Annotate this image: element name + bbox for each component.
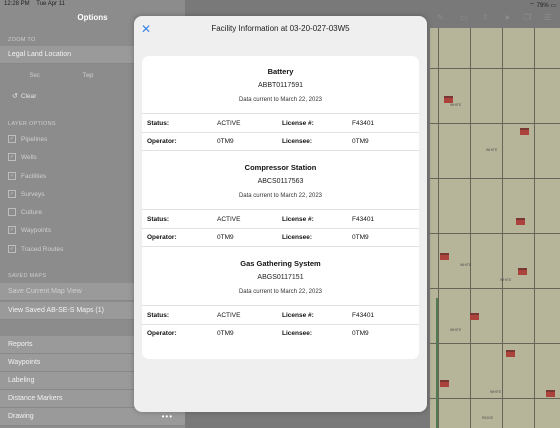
facility-id: ABBT0117591 <box>257 82 303 89</box>
checkbox-icon: ✓ <box>8 226 16 235</box>
license-label: License #: <box>282 312 314 319</box>
facility-name: Compressor Station <box>244 163 317 172</box>
status-label: Status: <box>147 312 170 319</box>
view-saved-maps-label: View Saved AB-SE-S Maps (1) <box>8 307 104 314</box>
clear-label: Clear <box>20 93 37 100</box>
facility-card: Battery ABBT0117591 Data current to Marc… <box>142 56 419 359</box>
license-label: License #: <box>282 216 314 223</box>
facility-data-date: Data current to March 22, 2023 <box>238 193 323 199</box>
layer-toggle-waypoints[interactable]: ✓ Waypoints <box>8 224 51 238</box>
checkbox-icon: ✓ <box>8 153 16 162</box>
divider <box>142 150 419 151</box>
divider <box>142 305 419 306</box>
licensee-value: 0TM9 <box>352 138 369 145</box>
divider <box>142 209 419 210</box>
legal-land-location-label: Legal Land Location <box>8 51 72 58</box>
segment-twp[interactable]: Twp <box>61 70 114 82</box>
facility-data-date: Data current to March 22, 2023 <box>238 97 323 103</box>
status-bar-right: ⌔ 79% ▭ <box>529 1 556 9</box>
facility-id: ABCS0117563 <box>257 178 304 185</box>
facility-name: Gas Gathering System <box>240 259 321 268</box>
license-label: License #: <box>282 120 314 127</box>
layer-toggle-traced-routes[interactable]: ✓ Traced Routes <box>8 243 63 257</box>
status-value: ACTIVE <box>217 216 241 223</box>
menu-label: Waypoints <box>8 359 41 366</box>
checkbox-icon: ✓ <box>8 172 16 181</box>
refresh-icon: ↺ <box>12 93 18 100</box>
operator-value: 0TM9 <box>217 234 234 241</box>
layer-toggle-pipelines[interactable]: ✓ Pipelines <box>8 133 47 147</box>
clear-button[interactable]: ↺ Clear <box>12 92 36 100</box>
zoom-to-label: ZOOM TO <box>8 37 36 43</box>
license-value: F43401 <box>352 216 375 223</box>
license-value: F43401 <box>352 120 375 127</box>
checkbox-icon: ✓ <box>8 190 16 199</box>
menu-label: Drawing <box>8 413 34 420</box>
segment-sec[interactable]: Sec <box>8 70 61 82</box>
license-value: F43401 <box>352 312 375 319</box>
wifi-icon: ⌔ <box>529 3 535 9</box>
layer-toggle-facilities[interactable]: ✓ Facilities <box>8 170 46 184</box>
layer-label: Facilities <box>21 173 47 180</box>
layer-label: Pipelines <box>21 136 48 143</box>
status-value: ACTIVE <box>217 120 241 127</box>
operator-label: Operator: <box>147 138 177 145</box>
divider <box>142 132 419 133</box>
licensee-label: Licensee: <box>282 138 312 145</box>
divider <box>142 246 419 247</box>
layer-options-label: LAYER OPTIONS <box>8 121 56 127</box>
licensee-value: 0TM9 <box>352 234 369 241</box>
facility-id: ABGS0117151 <box>257 274 304 281</box>
battery-level: 79% <box>536 3 549 9</box>
menu-label: Labeling <box>8 377 35 384</box>
divider <box>142 228 419 229</box>
facility-data-date: Data current to March 22, 2023 <box>238 289 323 295</box>
checkbox-icon: ✓ <box>8 245 16 254</box>
facility-info-modal: ✕ Facility Information at 03-20-027-03W5… <box>134 16 427 412</box>
status-bar-left: 12:28 PM Tue Apr 11 <box>4 1 70 7</box>
operator-value: 0TM9 <box>217 330 234 337</box>
modal-title: Facility Information at 03-20-027-03W5 <box>211 24 350 33</box>
status-label: Status: <box>147 120 170 127</box>
status-value: ACTIVE <box>217 312 241 319</box>
status-label: Status: <box>147 216 170 223</box>
status-time: 12:28 PM <box>4 1 30 7</box>
status-date: Tue Apr 11 <box>36 1 65 7</box>
layer-toggle-culture[interactable]: Culture <box>8 206 42 220</box>
divider <box>142 113 419 114</box>
licensee-label: Licensee: <box>282 234 312 241</box>
checkbox-icon: ✓ <box>8 135 16 144</box>
divider <box>142 324 419 325</box>
checkbox-icon <box>8 208 16 217</box>
layer-label: Surveys <box>21 191 45 198</box>
operator-value: 0TM9 <box>217 138 234 145</box>
licensee-label: Licensee: <box>282 330 312 337</box>
save-current-map-view-label: Save Current Map View <box>8 288 82 295</box>
layer-label: Culture <box>21 209 42 216</box>
menu-label: Reports <box>8 341 33 348</box>
layer-label: Traced Routes <box>21 246 64 253</box>
layer-toggle-wells[interactable]: ✓ Wells <box>8 151 37 165</box>
facility-name: Battery <box>267 67 294 76</box>
layer-label: Waypoints <box>21 227 52 234</box>
licensee-value: 0TM9 <box>352 330 369 337</box>
layer-toggle-surveys[interactable]: ✓ Surveys <box>8 188 44 202</box>
operator-label: Operator: <box>147 330 177 337</box>
layer-label: Wells <box>21 154 37 161</box>
operator-label: Operator: <box>147 234 177 241</box>
menu-label: Distance Markers <box>8 395 63 402</box>
battery-icon: ▭ <box>550 3 556 9</box>
saved-maps-label: SAVED MAPS <box>8 273 47 279</box>
